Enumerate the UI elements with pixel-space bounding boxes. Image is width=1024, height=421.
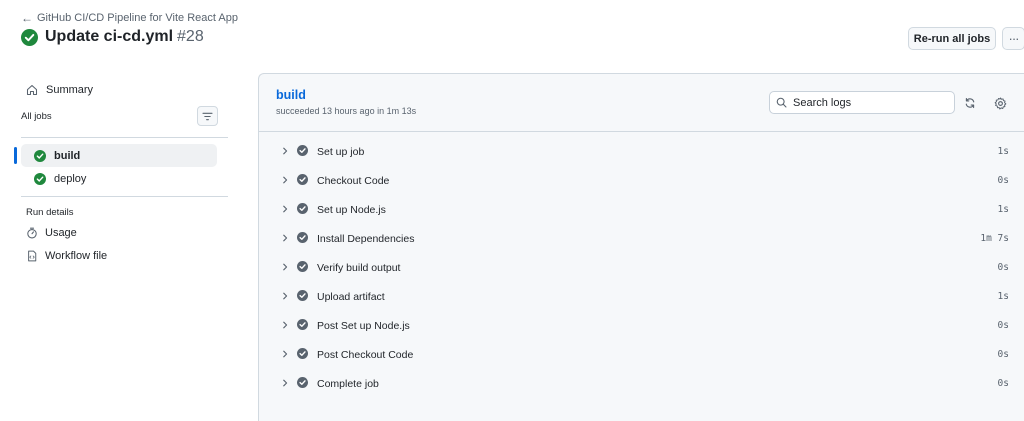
sidebar-item-usage[interactable]: Usage [14,221,225,244]
step-row[interactable]: Checkout Code 0s [259,166,1024,195]
filter-icon [202,112,213,120]
job-label: build [54,149,81,162]
run-title: Update ci-cd.yml [45,28,174,45]
step-row[interactable]: Set up Node.js 1s [259,195,1024,224]
step-duration: 1m 7s [980,233,1009,244]
check-circle-icon [34,149,46,162]
sidebar-item-summary[interactable]: Summary [14,78,225,102]
file-icon [28,250,37,261]
chevron-right-icon [283,147,288,155]
run-details-label: Run details [26,207,74,218]
job-log-panel: build succeeded 13 hours ago in 1m 13s S… [258,73,1024,421]
search-icon [776,97,787,108]
check-circle-icon [297,145,308,156]
step-row[interactable]: Set up job 1s [259,137,1024,166]
step-label: Install Dependencies [317,232,415,245]
divider [21,196,228,197]
all-jobs-header: All jobs [14,103,225,129]
job-header: build succeeded 13 hours ago in 1m 13s [259,74,1024,132]
check-circle-icon [297,261,308,272]
step-label: Checkout Code [317,174,390,187]
job-status-meta: succeeded 13 hours ago in 1m 13s [276,106,417,116]
step-label: Complete job [317,377,379,390]
step-label: Upload artifact [317,290,385,303]
steps-list: Set up job 1s Checkout Code 0s Set up Node.j… [259,132,1024,398]
check-circle-icon [297,377,308,388]
check-circle-icon [21,28,38,46]
chevron-right-icon [283,263,288,271]
step-duration: 0s [997,175,1009,186]
step-row[interactable]: Post Set up Node.js 0s [259,311,1024,340]
chevron-right-icon [283,234,288,242]
step-row[interactable]: Install Dependencies 1m 7s [259,224,1024,253]
jobs-list: build deploy [14,144,225,190]
step-row[interactable]: Post Checkout Code 0s [259,340,1024,369]
sidebar: Summary All jobs build deploy Run detail… [14,78,228,267]
gear-icon [994,96,1006,110]
step-label: Post Set up Node.js [317,319,410,332]
step-duration: 1s [997,146,1009,157]
step-label: Set up job [317,145,365,158]
step-label: Post Checkout Code [317,348,414,361]
step-row[interactable]: Complete job 0s [259,369,1024,398]
step-row[interactable]: Verify build output 0s [259,253,1024,282]
filter-jobs-button[interactable] [197,106,218,126]
check-circle-icon [297,319,308,330]
more-options-button[interactable]: ··· [1002,27,1024,50]
step-label: Set up Node.js [317,203,386,216]
search-logs-input[interactable] [793,96,943,109]
job-name: build [276,88,306,102]
sidebar-item-workflow-file[interactable]: Workflow file [14,244,225,267]
chevron-right-icon [283,321,288,329]
chevron-right-icon [283,292,288,300]
workflow-name: GitHub CI/CD Pipeline for Vite React App [37,12,238,24]
step-duration: 0s [997,262,1009,273]
step-duration: 1s [997,204,1009,215]
arrow-left-icon: ← [21,11,33,25]
kebab-horizontal-icon: ··· [1008,31,1020,46]
refresh-button[interactable] [961,94,979,112]
page-title: Update ci-cd.yml #28 [21,28,204,46]
run-number: #28 [177,28,204,45]
chevron-right-icon [283,176,288,184]
check-circle-icon [297,174,308,185]
stopwatch-icon [27,227,37,238]
chevron-right-icon [283,205,288,213]
sidebar-item-deploy[interactable]: deploy [21,167,217,190]
job-label: deploy [54,172,87,185]
log-settings-button[interactable] [991,94,1009,112]
check-circle-icon [297,203,308,214]
step-duration: 0s [997,378,1009,389]
step-duration: 1s [997,291,1009,302]
all-jobs-label: All jobs [21,110,52,122]
sidebar-item-build[interactable]: build [14,144,217,167]
chevron-right-icon [283,379,288,387]
search-logs-field[interactable] [769,91,955,114]
step-row[interactable]: Upload artifact 1s [259,282,1024,311]
sidebar-item-label: Workflow file [45,249,108,262]
check-circle-icon [297,348,308,359]
check-circle-icon [34,172,46,185]
rerun-all-jobs-button[interactable]: Re-run all jobs [908,27,996,50]
chevron-right-icon [283,350,288,358]
check-circle-icon [297,290,308,301]
step-label: Verify build output [317,261,401,274]
step-duration: 0s [997,320,1009,331]
step-duration: 0s [997,349,1009,360]
sync-icon [965,97,975,109]
home-icon [26,84,38,96]
check-circle-icon [297,232,308,243]
divider [21,137,228,138]
back-to-workflow-link[interactable]: ← GitHub CI/CD Pipeline for Vite React A… [21,11,238,25]
sidebar-item-label: Usage [45,226,77,239]
sidebar-item-label: Summary [46,84,94,96]
